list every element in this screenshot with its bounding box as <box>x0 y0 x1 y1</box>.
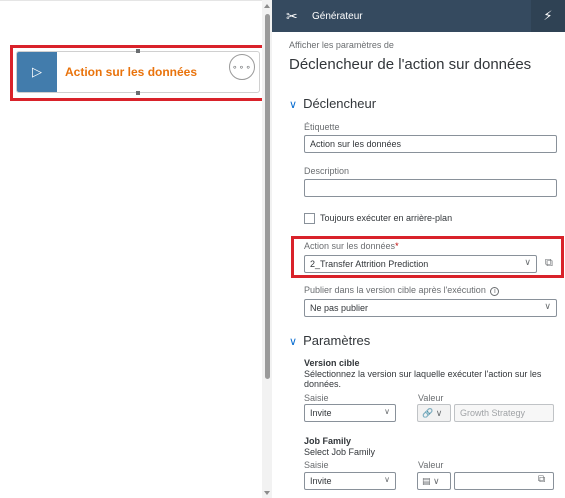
link-icon: 🔗 <box>422 408 434 418</box>
open-external-icon[interactable]: ⧉ <box>538 474 545 485</box>
data-action-highlight-frame <box>291 236 564 278</box>
label-input[interactable]: Action sur les données <box>304 135 557 153</box>
scrollbar-thumb[interactable] <box>265 14 270 379</box>
label-caption: Étiquette <box>304 122 340 132</box>
trigger-section-toggle[interactable]: ∨ Déclencheur <box>289 96 376 111</box>
version-valeur-caption: Valeur <box>418 393 444 403</box>
job-saisie-caption: Saisie <box>304 460 329 470</box>
background-checkbox-label[interactable]: Toujours exécuter en arrière-plan <box>320 213 452 223</box>
publish-select[interactable]: Ne pas publier ∨ <box>304 299 557 317</box>
magic-wand-icon[interactable]: ⚡ <box>531 0 565 32</box>
chevron-down-icon: ∨ <box>384 407 390 416</box>
params-section-toggle[interactable]: ∨ Paramètres <box>289 333 370 348</box>
version-description: Sélectionnez la version sur laquelle exé… <box>304 369 542 389</box>
scroll-up-icon[interactable] <box>264 4 270 8</box>
trigger-section-title: Déclencheur <box>303 96 377 111</box>
canvas-scrollbar[interactable] <box>262 0 272 498</box>
panel-subtitle: Afficher les paramètres de <box>289 40 394 50</box>
description-input[interactable] <box>304 179 557 197</box>
dimension-icon: ▤ <box>422 476 431 486</box>
description-caption: Description <box>304 166 350 176</box>
job-value-type-select[interactable]: ▤ ∨ <box>417 472 451 490</box>
version-title: Version cible <box>304 358 360 368</box>
tools-icon: ✂ <box>286 7 298 24</box>
scroll-down-icon[interactable] <box>264 491 270 495</box>
job-description: Select Job Family <box>304 447 376 457</box>
params-section-title: Paramètres <box>303 333 371 348</box>
version-link-type-select[interactable]: 🔗 ∨ <box>417 404 451 422</box>
job-title: Job Family <box>304 436 352 446</box>
builder-panel: ✂ Générateur ⚡ Afficher les paramètres d… <box>272 0 565 498</box>
chevron-down-icon: ∨ <box>289 336 298 348</box>
version-saisie-select[interactable]: Invite ∨ <box>304 404 396 422</box>
info-icon[interactable]: i <box>490 287 500 296</box>
publish-caption: Publier dans la version cible après l'ex… <box>304 285 500 296</box>
background-checkbox[interactable] <box>304 213 315 224</box>
version-value-input[interactable]: Growth Strategy <box>454 404 554 422</box>
chevron-down-icon: ∨ <box>544 301 551 311</box>
panel-header: ✂ Générateur ⚡ <box>272 0 565 32</box>
version-saisie-caption: Saisie <box>304 393 329 403</box>
job-valeur-caption: Valeur <box>418 460 444 470</box>
job-saisie-select[interactable]: Invite ∨ <box>304 472 396 490</box>
publish-value: Ne pas publier <box>310 303 369 313</box>
flow-canvas[interactable]: ▷ Action sur les données ∘∘∘ <box>0 0 266 498</box>
chevron-down-icon: ∨ <box>384 475 390 484</box>
chevron-down-icon: ∨ <box>289 99 298 111</box>
node-highlight-frame <box>10 45 266 101</box>
panel-header-title: Générateur <box>312 10 363 22</box>
panel-title: Déclencheur de l'action sur données <box>289 56 532 73</box>
